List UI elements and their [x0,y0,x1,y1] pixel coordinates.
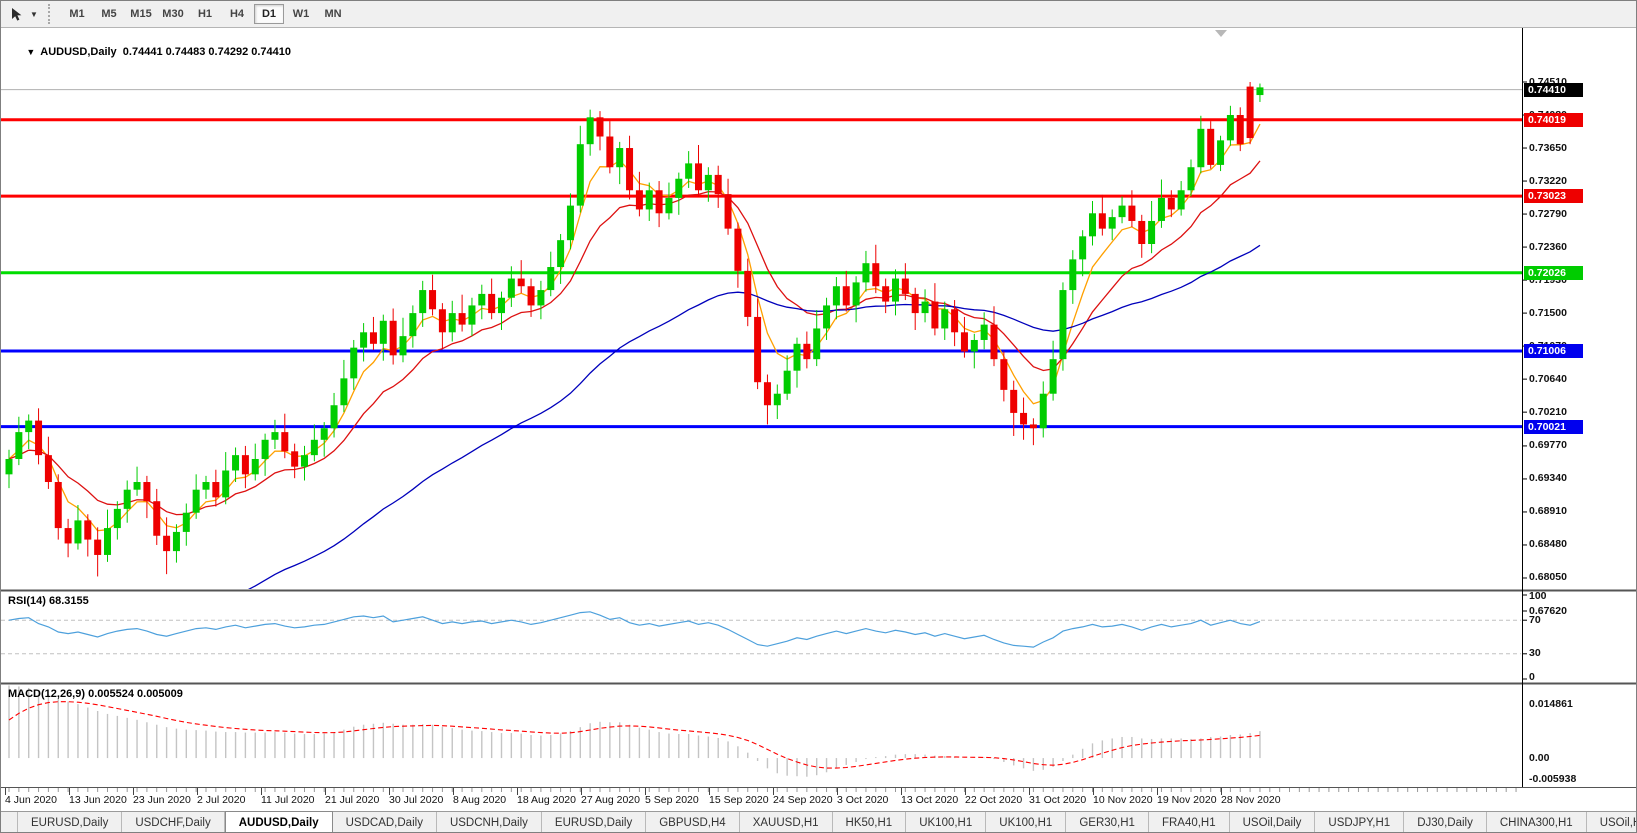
date-axis-label: 31 Oct 2020 [1029,794,1087,806]
chart-background [1,28,1636,811]
chart-tab-usoil-daily[interactable]: USOil,Daily [1230,812,1316,832]
price-badge: 0.71006 [1524,344,1583,359]
date-axis-label: 18 Aug 2020 [517,794,576,806]
chart-ohlc-values: 0.74441 0.74483 0.74292 0.74410 [122,46,292,58]
price-axis-label: 0.73220 [1529,174,1567,187]
chart-tab-uk100-h1[interactable]: UK100,H1 [986,812,1067,832]
timeframe-button-h1[interactable]: H1 [190,4,220,24]
chart-tab-china300-h1[interactable]: CHINA300,H1 [1487,812,1587,832]
chart-symbol-label: AUDUSD,Daily [40,46,117,58]
chart-tab-usdchf-daily[interactable]: USDCHF,Daily [122,812,225,832]
rsi-axis-label: 70 [1529,613,1541,626]
cursor-dropdown-icon[interactable]: ▼ [28,3,40,25]
date-axis-label: 21 Jul 2020 [325,794,380,806]
price-badge: 0.74410 [1524,82,1583,97]
date-axis-label: 22 Oct 2020 [965,794,1023,806]
price-axis-label: 0.71500 [1529,306,1567,319]
price-axis-label: 0.70210 [1529,405,1567,418]
collapse-chart-icon[interactable]: ▼ [26,47,35,57]
chart-cursor-icon[interactable] [4,3,28,25]
date-axis-label: 2 Jul 2020 [197,794,246,806]
trading-terminal-window: ▼ M1 M5 M15 M30 H1 H4 D1 W1 MN ▼ AUDUSD,Daily 0.7… [0,0,1637,833]
chart-tab-ger30-h1[interactable]: GER30,H1 [1066,812,1149,832]
rsi-axis-label: 100 [1529,590,1547,602]
price-axis-label: 0.73650 [1529,141,1567,154]
macd-axis-label: -0.005938 [1529,773,1577,785]
price-axis-label: 0.72360 [1529,240,1567,253]
price-badge: 0.70021 [1524,419,1583,434]
timeframe-button-h4[interactable]: H4 [222,4,252,24]
date-axis-label: 24 Sep 2020 [773,794,833,806]
price-axis-label: 0.68480 [1529,538,1567,551]
rsi-axis-label: 30 [1529,647,1541,660]
price-axis-label: 0.68050 [1529,571,1567,584]
price-axis-label: 0.69340 [1529,472,1567,485]
chart-tab-eurusd-daily[interactable]: EURUSD,Daily [17,812,123,832]
chart-tab-usdcnh-daily[interactable]: USDCNH,Daily [437,812,542,832]
date-axis-label: 15 Sep 2020 [709,794,769,806]
toolbar-grip-handle[interactable] [48,4,55,24]
chart-area[interactable]: ▼ AUDUSD,Daily 0.74441 0.74483 0.74292 0.… [1,28,1637,811]
price-axis-label: 0.70640 [1529,372,1567,385]
price-axis-label: 0.68910 [1529,505,1567,518]
timeframe-buttons: M1 M5 M15 M30 H1 H4 D1 W1 MN [61,4,349,24]
chart-tab-usdcad-daily[interactable]: USDCAD,Daily [333,812,437,832]
date-axis-label: 27 Aug 2020 [581,794,640,806]
price-badge: 0.72026 [1524,265,1583,280]
date-axis-label: 30 Jul 2020 [389,794,444,806]
chart-tab-uk100-h1[interactable]: UK100,H1 [906,812,987,832]
chart-tab-usoil-h1[interactable]: USOil,H1 [1587,812,1636,832]
timeframe-button-d1[interactable]: D1 [254,4,284,24]
date-axis-label: 5 Sep 2020 [645,794,699,806]
price-axis-label: 0.69770 [1529,439,1567,452]
timeframe-button-m5[interactable]: M5 [94,4,124,24]
price-badge: 0.73023 [1524,189,1583,204]
chart-title: ▼ AUDUSD,Daily 0.74441 0.74483 0.74292 0.… [8,34,291,70]
chart-tab-dj30-daily[interactable]: DJ30,Daily [1404,812,1487,832]
chart-tab-eurusd-daily[interactable]: EURUSD,Daily [542,812,647,832]
chart-tab-bar: EURUSD,Daily USDCHF,Daily AUDUSD,Daily USDC… [1,811,1636,832]
date-axis-label: 10 Nov 2020 [1093,794,1153,806]
macd-axis-label: 0.014861 [1529,698,1573,710]
chart-tab-gbpusd-h4[interactable]: GBPUSD,H4 [646,812,740,832]
date-axis-label: 3 Oct 2020 [837,794,889,806]
date-axis-label: 4 Jun 2020 [5,794,57,806]
rsi-axis-label: 0 [1529,671,1535,683]
timeframe-toolbar: ▼ M1 M5 M15 M30 H1 H4 D1 W1 MN [1,1,1636,28]
chart-tab-hk50-h1[interactable]: HK50,H1 [833,812,907,832]
date-axis-label: 23 Jun 2020 [133,794,191,806]
rsi-indicator-label: RSI(14) 68.3155 [8,595,89,607]
price-badge: 0.74019 [1524,112,1583,127]
macd-indicator-label: MACD(12,26,9) 0.005524 0.005009 [8,688,183,700]
timeframe-button-m15[interactable]: M15 [126,4,156,24]
date-axis-label: 11 Jul 2020 [261,794,315,806]
chart-tab-usdjpy-h1[interactable]: USDJPY,H1 [1315,812,1405,832]
timeframe-button-w1[interactable]: W1 [286,4,316,24]
date-axis-label: 13 Oct 2020 [901,794,959,806]
chart-tab-fra40-h1[interactable]: FRA40,H1 [1149,812,1230,832]
chart-canvas[interactable] [1,28,1637,811]
price-axis-label: 0.72790 [1529,207,1567,220]
date-axis-label: 13 Jun 2020 [69,794,127,806]
chart-tab-xauusd-h1[interactable]: XAUUSD,H1 [740,812,833,832]
timeframe-button-m1[interactable]: M1 [62,4,92,24]
timeframe-button-m30[interactable]: M30 [158,4,188,24]
date-axis-label: 8 Aug 2020 [453,794,507,806]
date-axis-label: 19 Nov 2020 [1157,794,1217,806]
macd-axis-label: 0.00 [1529,752,1550,764]
date-axis-label: 28 Nov 2020 [1221,794,1281,806]
chart-tab-audusd-daily[interactable]: AUDUSD,Daily [224,811,333,832]
timeframe-button-mn[interactable]: MN [318,4,348,24]
